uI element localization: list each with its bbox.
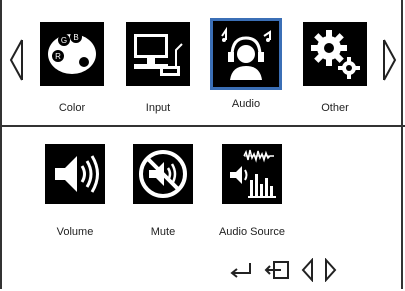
mute-icon [133,144,193,204]
option-label: Mute [150,226,176,238]
category-audio[interactable]: Audio [207,18,285,110]
option-mute[interactable]: Mute [124,144,202,238]
option-label: Volume [56,226,94,238]
category-label: Other [321,102,349,114]
svg-text:B: B [73,33,78,42]
section-divider [0,125,405,127]
scroll-left-arrow-icon[interactable] [8,38,24,82]
category-label: Input [145,102,171,114]
enter-icon [228,261,254,284]
gears-icon [303,22,367,86]
top-title-fragment [0,0,405,8]
headphones-person-icon [210,18,282,90]
exit-icon [264,260,290,285]
category-input[interactable]: Input [119,22,197,114]
svg-text:G: G [61,36,67,45]
category-label: Audio [231,98,261,110]
category-other[interactable]: Other [296,22,374,114]
input-computer-icon [126,22,190,86]
left-arrow-icon [300,257,314,287]
category-row: G B R Color Input Audio Other [0,14,405,124]
scroll-right-arrow-icon[interactable] [382,38,398,82]
option-audio-source[interactable]: Audio Source [213,144,291,238]
nav-hints [228,257,338,287]
right-arrow-icon [324,257,338,287]
option-label: Audio Source [218,226,286,238]
svg-text:R: R [55,52,61,61]
speaker-icon [45,144,105,204]
category-color[interactable]: G B R Color [33,22,111,114]
option-volume[interactable]: Volume [36,144,114,238]
category-label: Color [58,102,86,114]
audio-source-icon [222,144,282,204]
palette-icon: G B R [40,22,104,86]
